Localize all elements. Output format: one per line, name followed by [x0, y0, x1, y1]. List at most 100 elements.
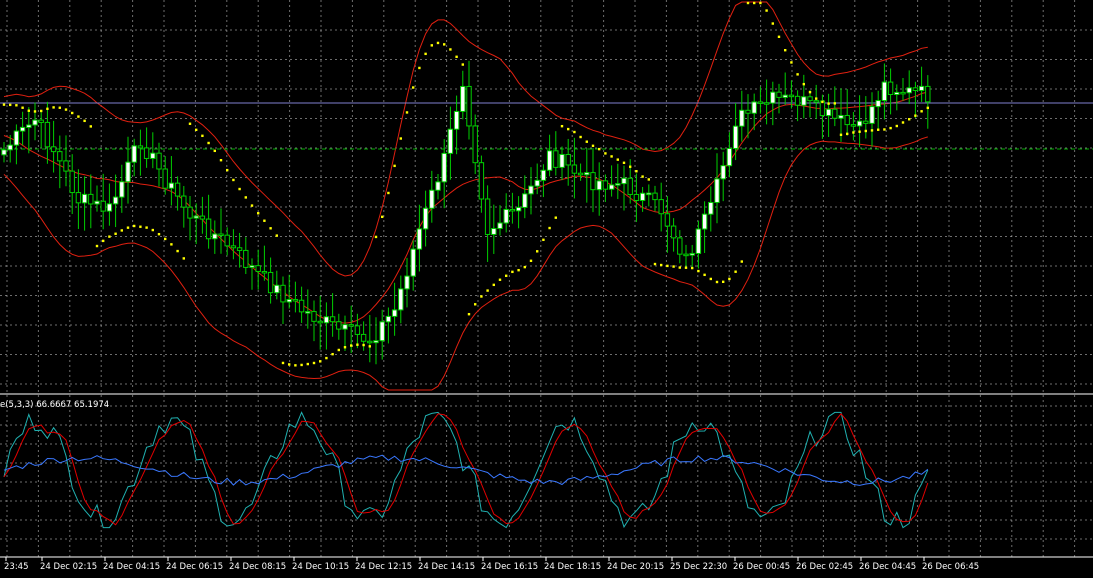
candle-body [602, 180, 609, 190]
sar-dot [337, 348, 340, 352]
sar-dot [424, 52, 427, 56]
candle-body [398, 288, 404, 311]
candle-body [714, 178, 720, 203]
candle-body [236, 247, 243, 251]
sar-dot [821, 100, 824, 104]
sar-dot [784, 48, 787, 52]
sar-dot [846, 132, 849, 136]
candle-body [26, 124, 32, 128]
sar-dot [325, 356, 328, 360]
candle-body [243, 249, 249, 268]
candle-body [881, 81, 888, 102]
candle-body [491, 228, 497, 235]
candle-body [75, 192, 82, 204]
sar-dot [622, 161, 626, 164]
sar-dot [387, 191, 390, 195]
candle-body [503, 208, 509, 224]
candle-body [199, 215, 206, 220]
sar-dot [529, 259, 533, 263]
candle-body [441, 152, 447, 183]
candle-body [7, 144, 13, 151]
candle-body [69, 170, 75, 194]
sar-dot [635, 170, 638, 173]
sar-dot [914, 114, 917, 117]
sar-dot [523, 265, 526, 269]
candle-body [559, 153, 565, 168]
sar-dot [678, 266, 681, 269]
sar-dot [33, 110, 37, 113]
time-tick-label: 26 Dec 04:45 [859, 562, 916, 572]
candle-body [534, 179, 540, 187]
candle-body [807, 96, 813, 102]
sar-dot [771, 22, 774, 25]
sar-dot [164, 237, 167, 241]
candle-body [801, 96, 807, 106]
candle-body [887, 81, 894, 95]
sar-dot [399, 137, 402, 140]
candle-body [416, 228, 423, 250]
sar-dot [362, 343, 365, 347]
candle-body [385, 315, 392, 323]
sar-dot [275, 234, 278, 237]
sar-dot [740, 260, 743, 263]
candle-body [478, 162, 485, 200]
sar-dot [598, 147, 601, 151]
sar-dot [281, 361, 285, 365]
candle-body [205, 218, 212, 240]
candle-body [255, 265, 261, 272]
candle-body [267, 271, 274, 294]
candle-body [546, 150, 553, 171]
candle-body [509, 208, 516, 212]
candle-body [664, 213, 671, 227]
sar-dot [83, 119, 86, 123]
sar-dot [443, 43, 446, 46]
candle-body [751, 101, 757, 114]
sar-dot [102, 239, 105, 243]
candle-body [745, 109, 751, 114]
sar-dot [40, 109, 43, 113]
candle-body [819, 100, 826, 117]
sar-dot [455, 55, 458, 58]
sar-dot [560, 124, 564, 128]
sar-dot [610, 155, 613, 158]
candle-body [788, 94, 795, 98]
sar-dot [722, 280, 725, 283]
trading-chart[interactable]: e(5,3,3) 66.6667 65.1974 23:45 24 Dec 02:… [0, 0, 1093, 574]
time-tick-label: 24 Dec 18:15 [544, 562, 601, 572]
sar-dot [616, 158, 619, 161]
sar-dot [498, 278, 502, 281]
candle-body [329, 316, 336, 323]
time-tick-label: 24 Dec 04:15 [103, 562, 160, 572]
sar-dot [759, 1, 762, 5]
sar-dot [288, 363, 291, 366]
chart-canvas[interactable]: e(5,3,3) 66.6667 65.1974 23:45 24 Dec 02:… [0, 0, 1093, 574]
candle-body [50, 146, 57, 153]
candle-body [1, 149, 7, 156]
candle-body [590, 172, 596, 191]
candle-body [274, 284, 280, 294]
candle-body [212, 233, 218, 240]
sar-dot [95, 244, 99, 248]
sar-dot [64, 108, 68, 111]
candle-body [683, 253, 689, 257]
candle-body [460, 85, 466, 112]
sar-dot [213, 149, 216, 153]
sar-dot [176, 249, 179, 253]
candle-body [639, 192, 646, 201]
candle-body [708, 201, 714, 215]
sar-dot [405, 111, 409, 114]
candle-body [553, 150, 559, 168]
sar-dot [647, 178, 650, 181]
candle-body [429, 189, 435, 209]
sar-dot [864, 129, 867, 133]
candle-body [615, 183, 621, 186]
sar-dot [461, 63, 464, 66]
sar-dot [9, 103, 12, 107]
candle-body [280, 284, 286, 303]
sar-dot [331, 352, 334, 356]
candle-body [317, 320, 323, 324]
sar-dot [591, 144, 595, 148]
candle-body [695, 228, 702, 254]
sar-dot [89, 125, 92, 128]
sar-dot [418, 66, 421, 70]
